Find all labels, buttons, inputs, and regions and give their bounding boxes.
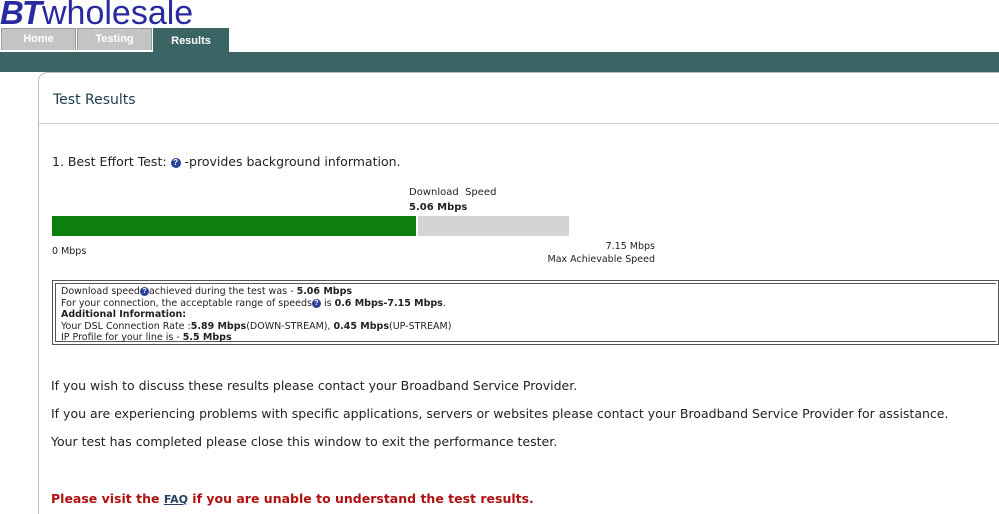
- info-line-download: Download speed? achieved during the test …: [61, 286, 996, 298]
- nav-bar: [0, 52, 999, 72]
- info-line-dsl-rate: Your DSL Connection Rate :5.89 Mbps(DOWN…: [61, 321, 996, 333]
- info-ip-profile-value: 5.5 Mbps: [182, 332, 232, 343]
- best-effort-heading: 1. Best Effort Test: ? -provides backgro…: [52, 154, 401, 169]
- info-upstream-value: 0.45 Mbps: [333, 320, 389, 332]
- faq-link[interactable]: FAQ: [164, 493, 188, 506]
- speed-bar-fill: [52, 216, 418, 236]
- info-text: .: [442, 297, 446, 309]
- info-text: achieved during the test was -: [148, 286, 297, 297]
- faq-prefix: Please visit the: [51, 491, 164, 506]
- max-speed-block: 7.15 Mbps Max Achievable Speed: [548, 240, 655, 266]
- max-speed-value: 7.15 Mbps: [605, 241, 655, 252]
- help-icon[interactable]: ?: [139, 287, 149, 296]
- tab-home[interactable]: Home: [1, 28, 76, 50]
- info-text: IP Profile for your line is -: [61, 332, 183, 343]
- info-line-ip-profile: IP Profile for your line is - 5.5 Mbps: [61, 332, 996, 344]
- info-text: is: [320, 297, 335, 309]
- info-text: Your DSL Connection Rate :: [61, 320, 191, 332]
- tab-results[interactable]: Results: [153, 28, 229, 52]
- faq-suffix: if you are unable to understand the test…: [187, 491, 534, 506]
- help-icon[interactable]: ?: [170, 158, 181, 168]
- faq-notice: Please visit the FAQ if you are unable t…: [51, 491, 534, 506]
- info-text: (DOWN-STREAM),: [246, 320, 334, 332]
- page-title: Test Results: [53, 92, 136, 108]
- title-divider: [39, 123, 999, 124]
- speed-bar-track: [52, 216, 569, 236]
- completion-paragraph: Your test has completed please close thi…: [51, 434, 558, 449]
- min-speed-label: 0 Mbps: [52, 246, 87, 257]
- best-effort-description: -provides background information.: [184, 154, 401, 169]
- download-speed-value: 5.06 Mbps: [409, 202, 468, 213]
- info-text: For your connection, the acceptable rang…: [61, 297, 312, 309]
- info-heading: Additional Information:: [61, 309, 187, 320]
- bt-wholesale-logo: BTwholesale: [0, 0, 193, 32]
- logo-bt: BT: [0, 0, 42, 31]
- contact-paragraph: If you wish to discuss these results ple…: [51, 378, 578, 393]
- help-icon[interactable]: ?: [311, 298, 321, 308]
- info-range-value: 0.6 Mbps-7.15 Mbps: [334, 297, 443, 309]
- info-additional-heading: Additional Information:: [61, 309, 996, 321]
- info-text: Download speed: [61, 286, 140, 297]
- results-info-box: Download speed? achieved during the test …: [52, 280, 999, 345]
- max-speed-label: Max Achievable Speed: [547, 254, 655, 265]
- info-line-range: For your connection, the acceptable rang…: [61, 298, 996, 310]
- info-downstream-value: 5.89 Mbps: [190, 320, 247, 332]
- tab-testing[interactable]: Testing: [77, 28, 152, 50]
- results-info-inner: Download speed? achieved during the test …: [55, 283, 996, 344]
- download-speed-label: Download Speed: [409, 187, 497, 198]
- info-download-value: 5.06 Mbps: [296, 286, 353, 297]
- assistance-paragraph: If you are experiencing problems with sp…: [51, 406, 949, 421]
- info-text: (UP-STREAM): [388, 320, 452, 332]
- best-effort-label: 1. Best Effort Test:: [52, 154, 167, 169]
